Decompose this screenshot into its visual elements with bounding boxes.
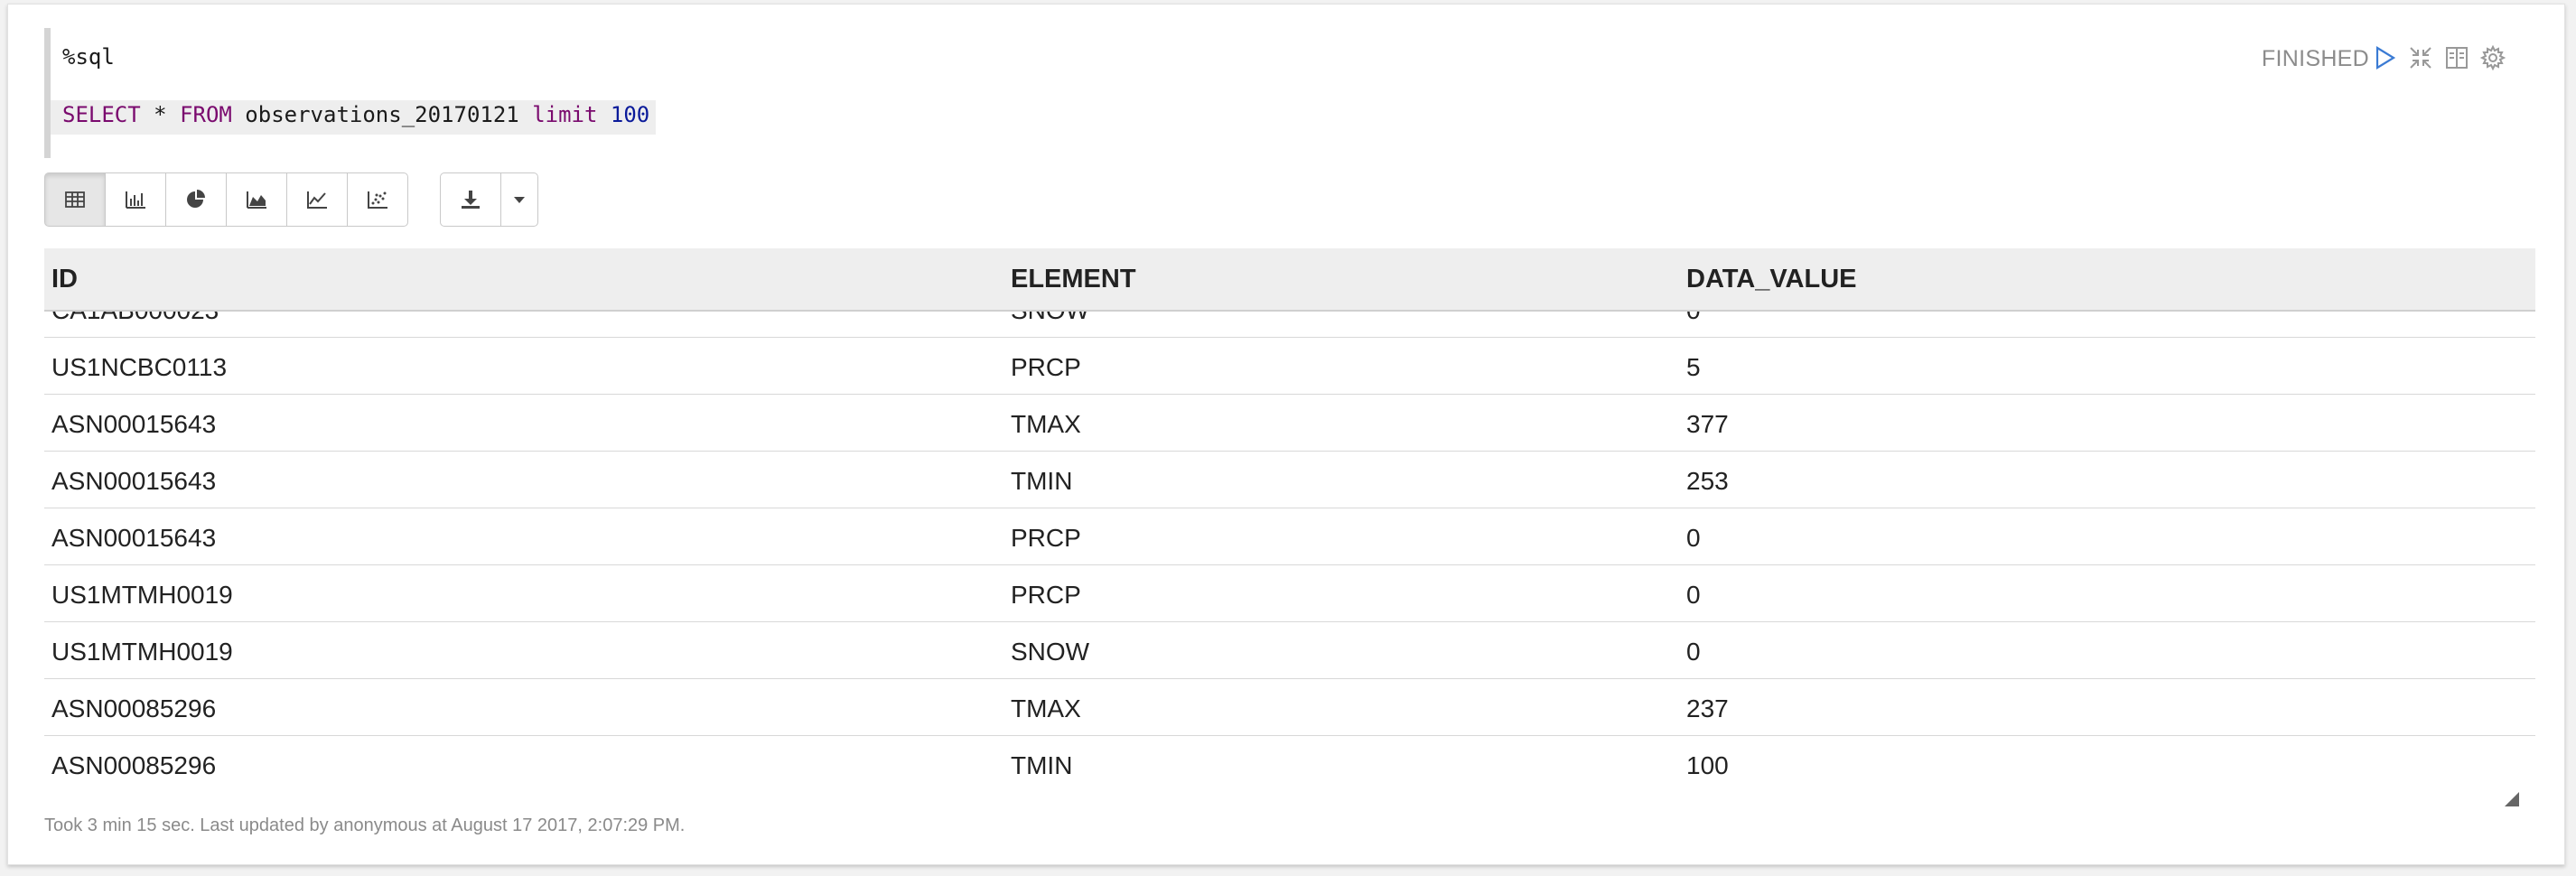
cell-data-value: 100 xyxy=(1686,751,1729,779)
cell-data-value: 0 xyxy=(1686,638,1701,666)
table-row: ASN00015643 PRCP 0 xyxy=(44,508,2535,565)
column-header-data-value[interactable]: DATA_VALUE xyxy=(1686,265,1857,294)
gear-icon[interactable] xyxy=(2479,44,2506,71)
paragraph-container: %sql SELECT * FROM observations_20170121… xyxy=(7,4,2565,865)
cell-id: US1MTMH0019 xyxy=(51,638,233,666)
cell-element: TMIN xyxy=(1011,751,1073,779)
area-chart-button[interactable] xyxy=(226,172,287,227)
cell-element: PRCP xyxy=(1011,353,1081,381)
table-icon xyxy=(65,191,85,208)
table-row: ASN00085296 TMAX 237 xyxy=(44,679,2535,736)
results-table[interactable]: ID ELEMENT DATA_VALUE CA1AB000023SNOW0 U… xyxy=(44,245,2535,787)
sql-statement: SELECT * FROM observations_20170121 limi… xyxy=(62,102,649,127)
cell-element: PRCP xyxy=(1011,524,1081,552)
sql-keyword-limit: limit xyxy=(532,102,598,127)
line-chart-icon xyxy=(307,191,327,209)
pie-chart-button[interactable] xyxy=(165,172,227,227)
table-row: ASN00085296 TMIN 100 xyxy=(44,736,2535,787)
cell-data-value: 5 xyxy=(1686,353,1701,381)
sql-keyword-select: SELECT xyxy=(62,102,141,127)
cell-id: ASN00015643 xyxy=(51,410,217,438)
cell-element: TMAX xyxy=(1011,694,1081,722)
code-editor[interactable]: %sql SELECT * FROM observations_20170121… xyxy=(44,28,662,158)
table-body: CA1AB000023SNOW0 US1NCBC0113PRCP5 ASN000… xyxy=(44,281,2535,787)
cell-element: TMAX xyxy=(1011,410,1081,438)
book-icon[interactable] xyxy=(2443,44,2470,71)
table-row: US1MTMH0019 PRCP 0 xyxy=(44,565,2535,622)
sql-table-name: observations_20170121 xyxy=(231,102,533,127)
cell-data-value: 0 xyxy=(1686,581,1701,609)
cell-data-value: 253 xyxy=(1686,467,1729,495)
cell-element: TMIN xyxy=(1011,467,1073,495)
scatter-chart-button[interactable] xyxy=(347,172,408,227)
interpreter-directive: %sql xyxy=(62,44,115,70)
line-chart-button[interactable] xyxy=(286,172,348,227)
bar-chart-icon xyxy=(126,191,145,209)
table-row: US1MTMH0019 SNOW 0 xyxy=(44,622,2535,679)
table-header: ID ELEMENT DATA_VALUE xyxy=(44,248,2535,312)
code-line: SELECT * FROM observations_20170121 limi… xyxy=(51,100,656,135)
sql-star: * xyxy=(140,102,181,127)
visualization-toolbar xyxy=(44,172,408,227)
cell-id: ASN00015643 xyxy=(51,524,217,552)
download-group xyxy=(440,172,538,227)
collapse-icon[interactable] xyxy=(2407,44,2434,71)
scatter-chart-icon xyxy=(368,191,387,209)
paragraph-footer: Took 3 min 15 sec. Last updated by anony… xyxy=(44,815,686,835)
column-header-element[interactable]: ELEMENT xyxy=(1011,265,1136,294)
cell-id: ASN00015643 xyxy=(51,467,217,495)
sql-keyword-from: FROM xyxy=(180,102,232,127)
caret-down-icon xyxy=(514,197,525,203)
pie-chart-icon xyxy=(187,190,205,208)
cell-id: ASN00085296 xyxy=(51,751,217,779)
table-row: US1NCBC0113 PRCP 5 xyxy=(44,338,2535,395)
sql-limit-value: 100 xyxy=(610,102,650,127)
column-header-id[interactable]: ID xyxy=(51,265,78,294)
download-button[interactable] xyxy=(440,172,501,227)
cell-id: US1MTMH0019 xyxy=(51,581,233,609)
download-icon xyxy=(462,191,480,209)
paragraph-status: FINISHED xyxy=(2261,46,2369,71)
resize-handle[interactable] xyxy=(2505,792,2519,806)
table-row: ASN00015643 TMAX 377 xyxy=(44,395,2535,452)
cell-data-value: 237 xyxy=(1686,694,1729,722)
cell-id: US1NCBC0113 xyxy=(51,353,228,381)
table-view-button[interactable] xyxy=(44,172,106,227)
run-icon[interactable] xyxy=(2371,44,2398,71)
table-row: ASN00015643 TMIN 253 xyxy=(44,452,2535,508)
download-options-toggle[interactable] xyxy=(500,172,538,227)
cell-data-value: 0 xyxy=(1686,524,1701,552)
cell-id: ASN00085296 xyxy=(51,694,217,722)
area-chart-icon xyxy=(247,191,266,209)
cell-data-value: 377 xyxy=(1686,410,1729,438)
cell-element: PRCP xyxy=(1011,581,1081,609)
bar-chart-button[interactable] xyxy=(105,172,166,227)
cell-element: SNOW xyxy=(1011,638,1090,666)
